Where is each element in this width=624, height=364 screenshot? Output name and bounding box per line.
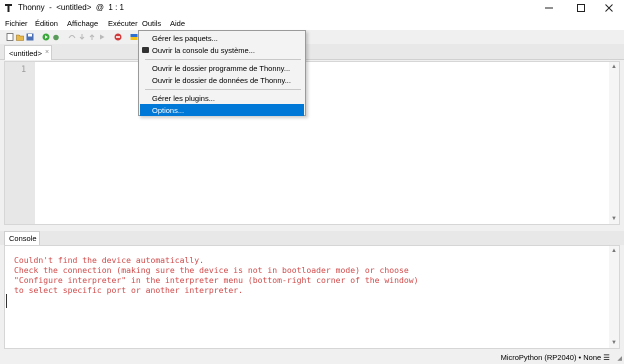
- step-into-icon[interactable]: [78, 33, 86, 41]
- stop-icon[interactable]: [114, 33, 122, 41]
- console-error-line: to select specific port or another inter…: [14, 285, 244, 295]
- menu-item-options[interactable]: Options...: [140, 104, 304, 116]
- menu-aide[interactable]: Aide: [170, 19, 185, 28]
- close-icon: [605, 4, 613, 12]
- tab-label: <untitled>: [9, 49, 42, 58]
- save-icon[interactable]: [26, 33, 34, 41]
- menu-item-manage-packages[interactable]: Gérer les paquets...: [140, 32, 304, 44]
- tab-console[interactable]: Console: [4, 231, 40, 245]
- run-icon[interactable]: [42, 33, 50, 41]
- status-bar: MicroPython (RP2040) • None ☰ ◢: [0, 350, 624, 364]
- open-file-icon[interactable]: [16, 33, 24, 41]
- text-cursor: [6, 294, 7, 308]
- scroll-up-icon[interactable]: ▲: [611, 64, 617, 70]
- shell-console[interactable]: Couldn't find the device automatically. …: [4, 245, 620, 349]
- debug-icon[interactable]: [52, 33, 60, 41]
- new-file-icon[interactable]: [6, 33, 14, 41]
- close-window-button[interactable]: [594, 0, 624, 16]
- step-over-icon[interactable]: [68, 33, 76, 41]
- menu-item-open-program-folder[interactable]: Ouvrir le dossier programme de Thonny...: [140, 62, 304, 74]
- code-editor[interactable]: 1 ▲ ▼: [4, 61, 620, 225]
- thonny-app-icon: [4, 3, 14, 13]
- console-tab-strip: Console: [0, 231, 624, 245]
- menu-separator: [145, 59, 301, 60]
- toolbar: [0, 30, 624, 44]
- console-scrollbar[interactable]: ▲ ▼: [609, 246, 619, 348]
- line-number-gutter: 1: [5, 62, 35, 224]
- minimize-button[interactable]: [534, 0, 564, 16]
- menu-affichage[interactable]: Affichage: [67, 19, 98, 28]
- outils-dropdown-menu: Gérer les paquets... Ouvrir la console d…: [138, 30, 306, 116]
- console-error-line: Couldn't find the device automatically.: [14, 255, 205, 265]
- menu-item-manage-plugins[interactable]: Gérer les plugins...: [140, 92, 304, 104]
- tab-untitled[interactable]: <untitled> ×: [4, 45, 52, 60]
- scroll-up-icon[interactable]: ▲: [611, 248, 617, 254]
- tab-close-icon[interactable]: ×: [45, 49, 49, 56]
- maximize-button[interactable]: [566, 0, 596, 16]
- support-ukraine-icon[interactable]: [130, 33, 138, 41]
- menu-outils[interactable]: Outils: [142, 19, 161, 28]
- scroll-down-icon[interactable]: ▼: [611, 216, 617, 222]
- menu-separator: [145, 89, 301, 90]
- editor-scrollbar[interactable]: ▲ ▼: [609, 62, 619, 224]
- interpreter-selector[interactable]: MicroPython (RP2040) • None ☰: [501, 353, 610, 362]
- menu-bar: Fichier Édition Affichage Exécuter Outil…: [0, 16, 624, 30]
- title-bar: Thonny - <untitled> @ 1 : 1: [0, 0, 624, 16]
- console-error-line: "Configure interpreter" in the interpret…: [14, 275, 419, 285]
- minimize-icon: [545, 7, 553, 9]
- step-out-icon[interactable]: [88, 33, 96, 41]
- menu-executer[interactable]: Exécuter: [108, 19, 138, 28]
- menu-item-open-data-folder[interactable]: Ouvrir le dossier de données de Thonny..…: [140, 74, 304, 86]
- scroll-down-icon[interactable]: ▼: [611, 340, 617, 346]
- window-title: Thonny - <untitled> @ 1 : 1: [18, 3, 124, 12]
- menu-item-system-console[interactable]: Ouvrir la console du système...: [140, 44, 304, 56]
- resize-grip-icon[interactable]: ◢: [617, 355, 622, 362]
- line-number: 1: [21, 65, 27, 75]
- editor-tab-strip: <untitled> ×: [0, 44, 624, 60]
- console-tab-label: Console: [9, 234, 37, 243]
- console-error-line: Check the connection (making sure the de…: [14, 265, 409, 275]
- menu-edition[interactable]: Édition: [35, 19, 58, 28]
- menu-fichier[interactable]: Fichier: [5, 19, 28, 28]
- maximize-icon: [577, 4, 585, 12]
- terminal-icon: [142, 47, 149, 53]
- resume-icon[interactable]: [98, 33, 106, 41]
